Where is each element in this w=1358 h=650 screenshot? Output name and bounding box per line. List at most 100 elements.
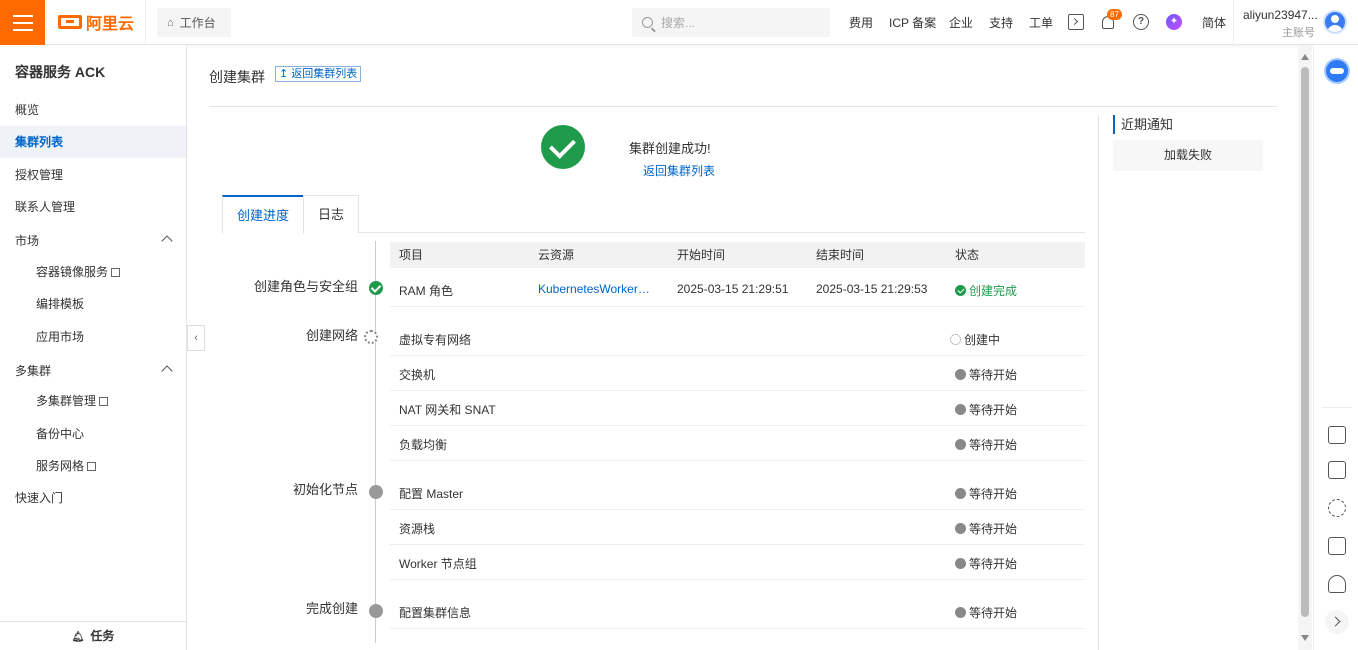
row-resource-link[interactable]: KubernetesWorkerRole...	[538, 282, 658, 296]
sidebar-item-service-mesh[interactable]: 服务网格	[0, 450, 186, 482]
status-badge: 等待开始	[955, 604, 1017, 621]
stage-label-network: 创建网络	[305, 328, 358, 343]
nav-icp[interactable]: ICP 备案	[889, 0, 936, 45]
status-badge: 等待开始	[955, 485, 1017, 502]
back-arrow-icon: ↥	[279, 68, 292, 80]
column-header-end: 结束时间	[816, 248, 865, 262]
success-check-icon	[541, 125, 585, 169]
home-icon: ⌂	[167, 16, 174, 29]
aliyun-logo[interactable]: 阿里云	[58, 12, 134, 33]
table-row: Worker 节点组 等待开始	[390, 545, 1085, 580]
timeline-line	[375, 241, 376, 643]
edit-icon[interactable]	[1328, 537, 1346, 555]
table-row: NAT 网关和 SNAT 等待开始	[390, 391, 1085, 426]
sidebar-item-quickstart[interactable]: 快速入门	[0, 482, 186, 514]
row-item: RAM 角色	[399, 284, 454, 298]
success-message: 集群创建成功!	[629, 141, 711, 156]
success-icon	[955, 285, 966, 296]
sidebar-item-authorization[interactable]: 授权管理	[0, 159, 186, 191]
divider	[145, 0, 146, 45]
nav-ticket[interactable]: 工单	[1029, 0, 1053, 45]
sidebar-group-multi-cluster[interactable]: 多集群	[0, 355, 186, 387]
tab-log[interactable]: 日志	[303, 195, 359, 233]
divider	[209, 106, 1277, 107]
nav-enterprise[interactable]: 企业	[949, 0, 973, 45]
help-icon[interactable]: ?	[1133, 14, 1149, 30]
notice-load-failed: 加载失败	[1113, 140, 1263, 171]
table-row: 负载均衡 等待开始	[390, 426, 1085, 461]
chevron-right-icon[interactable]	[1325, 610, 1349, 634]
sidebar-item-cluster-list[interactable]: 集群列表	[0, 126, 186, 158]
page-scrollbar[interactable]	[1298, 45, 1312, 650]
row-item: 负载均衡	[399, 438, 448, 452]
progress-tabs: 创建进度 日志	[222, 195, 1085, 234]
table-row: 交换机 等待开始	[390, 356, 1085, 391]
cart-icon[interactable]	[1328, 426, 1346, 444]
collapse-sidebar-button[interactable]: ‹	[187, 325, 205, 351]
sidebar-item-multi-cluster-mgmt[interactable]: 多集群管理	[0, 385, 186, 417]
chevron-up-icon	[161, 365, 173, 377]
search-placeholder: 搜索...	[661, 16, 696, 30]
success-back-link[interactable]: 返回集群列表	[643, 162, 715, 179]
robot-assistant-icon[interactable]	[1324, 58, 1350, 84]
notice-divider	[1098, 115, 1099, 650]
tasks-button[interactable]: 🔔︎ 任务	[0, 621, 186, 650]
status-badge: 等待开始	[955, 366, 1017, 383]
external-link-icon	[111, 268, 121, 277]
settings-icon[interactable]	[1328, 499, 1346, 517]
sidebar: 容器服务 ACK 概览 集群列表 授权管理 联系人管理 市场 容器镜像服务 编排…	[0, 45, 187, 650]
nav-fee[interactable]: 费用	[849, 0, 873, 45]
pending-icon	[955, 523, 966, 534]
search-icon	[642, 17, 653, 28]
sidebar-item-registry[interactable]: 容器镜像服务	[0, 256, 186, 288]
row-item: 虚拟专有网络	[399, 333, 472, 347]
user-info[interactable]: aliyun23947... 主账号	[1243, 8, 1318, 40]
bell-icon: 🔔︎	[71, 632, 85, 643]
row-item: 配置 Master	[399, 487, 464, 501]
sidebar-item-app-market[interactable]: 应用市场	[0, 321, 186, 353]
sidebar-title: 容器服务 ACK	[15, 64, 106, 80]
back-to-list-link[interactable]: ↥ 返回集群列表	[275, 66, 362, 82]
scroll-thumb[interactable]	[1301, 67, 1309, 617]
menu-icon[interactable]	[0, 0, 45, 45]
table-row: RAM 角色 KubernetesWorkerRole... 2025-03-1…	[390, 270, 1085, 307]
tab-progress[interactable]: 创建进度	[222, 195, 304, 234]
sidebar-group-market[interactable]: 市场	[0, 225, 186, 257]
row-item: Worker 节点组	[399, 557, 477, 571]
stage-pending-icon	[369, 485, 383, 499]
orders-icon[interactable]	[1328, 461, 1346, 479]
sidebar-item-templates[interactable]: 编排模板	[0, 288, 186, 320]
scroll-up-icon[interactable]	[1301, 54, 1309, 60]
scroll-down-icon[interactable]	[1301, 635, 1309, 641]
pending-icon	[955, 369, 966, 380]
notification-badge: 87	[1107, 9, 1122, 20]
page-title: 创建集群	[209, 69, 265, 85]
status-badge: 等待开始	[955, 436, 1017, 453]
sidebar-item-contacts[interactable]: 联系人管理	[0, 191, 186, 223]
right-toolbar	[1313, 45, 1358, 650]
table-row: 配置 Master 等待开始	[390, 475, 1085, 510]
terminal-icon[interactable]	[1068, 14, 1084, 30]
sidebar-item-backup[interactable]: 备份中心	[0, 418, 186, 450]
language-switch[interactable]: 简体	[1202, 0, 1226, 45]
stage-label-complete: 完成创建	[305, 601, 358, 616]
table-header: 项目 云资源 开始时间 结束时间 状态	[390, 242, 1085, 268]
loading-icon	[950, 334, 961, 345]
ai-assistant-icon[interactable]: ✦	[1166, 14, 1182, 30]
table-row: 虚拟专有网络 创建中	[390, 320, 1085, 356]
headset-icon[interactable]	[1328, 575, 1346, 593]
chevron-up-icon	[161, 235, 173, 247]
pending-icon	[955, 488, 966, 499]
row-item: 资源栈	[399, 522, 436, 536]
divider	[1322, 407, 1352, 408]
search-input[interactable]: 搜索...	[632, 8, 830, 37]
sidebar-item-overview[interactable]: 概览	[0, 94, 186, 126]
pending-icon	[955, 558, 966, 569]
logo-icon	[58, 15, 82, 29]
column-header-status: 状态	[955, 248, 980, 262]
workbench-button[interactable]: ⌂ 工作台	[157, 8, 231, 37]
nav-support[interactable]: 支持	[989, 0, 1013, 45]
row-item: 交换机	[399, 368, 436, 382]
status-badge: 等待开始	[955, 520, 1017, 537]
avatar[interactable]	[1323, 10, 1347, 34]
